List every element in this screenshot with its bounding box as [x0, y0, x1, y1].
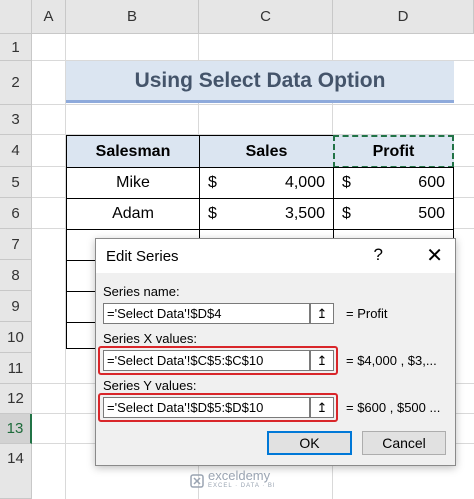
sales-value: 3,500	[284, 205, 325, 222]
collapse-dialog-icon[interactable]: ↥	[310, 303, 334, 324]
watermark-brand: exceldemy	[208, 468, 271, 483]
collapse-dialog-icon[interactable]: ↥	[310, 350, 334, 371]
series-y-field[interactable]: ='Select Data'!$D$5:$D$10	[103, 397, 310, 418]
series-name-preview: = Profit	[346, 306, 388, 321]
row-header-6[interactable]: 6	[0, 198, 32, 229]
dialog-titlebar[interactable]: Edit Series ? ✕	[96, 239, 455, 273]
row-header-13[interactable]: 13	[0, 414, 32, 444]
select-all-corner[interactable]	[0, 0, 32, 34]
table-cell-salesman[interactable]: Adam	[66, 198, 200, 230]
profit-value: 600	[418, 174, 445, 191]
column-header-a[interactable]: A	[32, 0, 66, 34]
watermark-tagline: EXCEL · DATA · BI	[208, 483, 276, 489]
exceldemy-logo-icon	[190, 474, 204, 488]
row-header-4[interactable]: 4	[0, 135, 32, 167]
row-header-2[interactable]: 2	[0, 61, 32, 105]
row-header-8[interactable]: 8	[0, 260, 32, 291]
ok-button[interactable]: OK	[267, 431, 352, 455]
series-name-label: Series name:	[103, 284, 180, 299]
edit-series-dialog[interactable]: Edit Series ? ✕ Series name: ='Select Da…	[95, 238, 456, 466]
series-name-field[interactable]: ='Select Data'!$D$4	[103, 303, 310, 324]
collapse-dialog-icon[interactable]: ↥	[310, 397, 334, 418]
row-header-1[interactable]: 1	[0, 34, 32, 61]
currency-symbol: $	[342, 205, 351, 222]
table-header-sales[interactable]: Sales	[199, 135, 334, 168]
profit-value: 500	[418, 205, 445, 222]
watermark: exceldemy EXCEL · DATA · BI	[190, 468, 276, 491]
row-header-10[interactable]: 10	[0, 322, 32, 353]
series-x-label: Series X values:	[103, 331, 197, 346]
row-header-14[interactable]: 14	[0, 444, 32, 499]
dialog-title: Edit Series	[106, 247, 179, 265]
column-header-c[interactable]: C	[199, 0, 333, 34]
column-header-d[interactable]: D	[333, 0, 474, 34]
table-cell-profit[interactable]: $ 600	[333, 167, 454, 199]
table-cell-profit[interactable]: $ 500	[333, 198, 454, 230]
series-y-preview: = $600 , $500 ...	[346, 400, 441, 415]
help-icon[interactable]: ?	[374, 245, 383, 265]
column-header-b[interactable]: B	[66, 0, 199, 34]
row-header-12[interactable]: 12	[0, 384, 32, 414]
cancel-button[interactable]: Cancel	[362, 431, 446, 455]
row-header-11[interactable]: 11	[0, 353, 32, 384]
row-header-7[interactable]: 7	[0, 229, 32, 260]
row-header-3[interactable]: 3	[0, 105, 32, 135]
table-cell-salesman[interactable]: Mike	[66, 167, 200, 199]
table-cell-sales[interactable]: $ 4,000	[199, 167, 334, 199]
row-header-9[interactable]: 9	[0, 291, 32, 322]
table-header-salesman[interactable]: Salesman	[66, 135, 200, 168]
series-x-preview: = $4,000 , $3,...	[346, 353, 437, 368]
currency-symbol: $	[208, 205, 217, 222]
series-y-label: Series Y values:	[103, 378, 197, 393]
gridline	[32, 104, 474, 105]
currency-symbol: $	[208, 174, 217, 191]
sheet-title: Using Select Data Option	[66, 61, 454, 103]
table-cell-sales[interactable]: $ 3,500	[199, 198, 334, 230]
currency-symbol: $	[342, 174, 351, 191]
sales-value: 4,000	[284, 174, 325, 191]
close-icon[interactable]: ✕	[426, 243, 443, 268]
table-header-profit[interactable]: Profit	[333, 135, 454, 168]
row-header-5[interactable]: 5	[0, 167, 32, 198]
series-x-field[interactable]: ='Select Data'!$C$5:$C$10	[103, 350, 310, 371]
